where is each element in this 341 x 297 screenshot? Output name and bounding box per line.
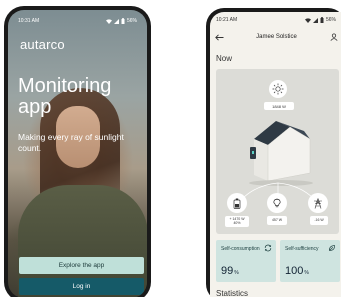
now-heading: Now <box>216 54 233 63</box>
battery-percent: 56% <box>325 17 336 23</box>
user-icon[interactable] <box>329 32 339 42</box>
self-sufficiency-label: Self-sufficiency <box>285 246 319 252</box>
home-consumption-node[interactable] <box>267 193 287 213</box>
signal-icon <box>113 18 119 24</box>
self-sufficiency-card[interactable]: Self-sufficiency 100% <box>280 240 340 282</box>
leaf-icon <box>329 245 335 251</box>
self-consumption-card[interactable]: Self-consumption 99% <box>216 240 276 282</box>
wifi-icon <box>304 17 311 23</box>
battery-value: + 1470 W 40% <box>225 216 249 227</box>
grid-power-value: -16 W <box>310 216 328 225</box>
status-time: 10:21 AM <box>216 17 238 23</box>
self-sufficiency-unit: % <box>304 270 309 276</box>
hero-title: Monitoring app <box>18 75 112 118</box>
welcome-screen: 10:31 AM 56% autarco Monitoring app Maki… <box>8 10 147 297</box>
house-illustration <box>249 121 313 186</box>
solar-power-value: 1848 W <box>264 102 294 110</box>
power-tower-icon <box>314 197 322 209</box>
solar-node[interactable] <box>269 80 287 98</box>
status-icons: 56% <box>304 17 336 23</box>
self-consumption-label: Self-consumption <box>221 246 260 252</box>
explore-app-button[interactable]: Explore the app <box>19 257 144 274</box>
signal-icon <box>312 17 318 23</box>
back-arrow-icon[interactable] <box>214 32 224 42</box>
battery-status-icon <box>320 17 324 23</box>
welcome-phone: 10:31 AM 56% autarco Monitoring app Maki… <box>4 6 151 297</box>
brand-logo: autarco <box>20 37 65 52</box>
sun-icon <box>272 83 284 95</box>
energy-flow-card: 1848 W + 1470 W 40% 457 W -16 W <box>216 69 339 234</box>
self-consumption-number: 99 <box>221 265 234 277</box>
status-icons: 56% <box>105 18 137 24</box>
top-app-bar: Jamee Solstice <box>214 31 339 43</box>
status-bar: 10:31 AM 56% <box>18 16 137 26</box>
battery-percent: 56% <box>126 18 137 24</box>
wifi-icon <box>105 18 112 24</box>
self-sufficiency-number: 100 <box>285 265 304 277</box>
self-consumption-value: 99% <box>221 265 239 277</box>
self-sufficiency-value: 100% <box>285 265 309 277</box>
battery-status-icon <box>121 18 125 24</box>
home-power-value: 457 W <box>267 216 287 225</box>
lightbulb-icon <box>273 198 281 208</box>
statistics-heading: Statistics <box>216 289 249 297</box>
header-title: Jamee Solstice <box>256 34 297 40</box>
hero-subtitle: Making every ray of sunlight count. <box>18 132 124 153</box>
grid-node[interactable] <box>308 193 328 213</box>
battery-node[interactable] <box>227 193 247 213</box>
dashboard-phone: 10:21 AM 56% Jamee Solstice Now 1848 W +… <box>206 8 341 297</box>
dashboard-screen: 10:21 AM 56% Jamee Solstice Now 1848 W +… <box>210 12 341 297</box>
login-button[interactable]: Log in <box>19 278 144 295</box>
refresh-icon <box>264 244 272 252</box>
status-bar: 10:21 AM 56% <box>216 16 336 24</box>
battery-icon <box>233 198 241 209</box>
status-time: 10:31 AM <box>18 18 40 24</box>
self-consumption-unit: % <box>234 270 239 276</box>
